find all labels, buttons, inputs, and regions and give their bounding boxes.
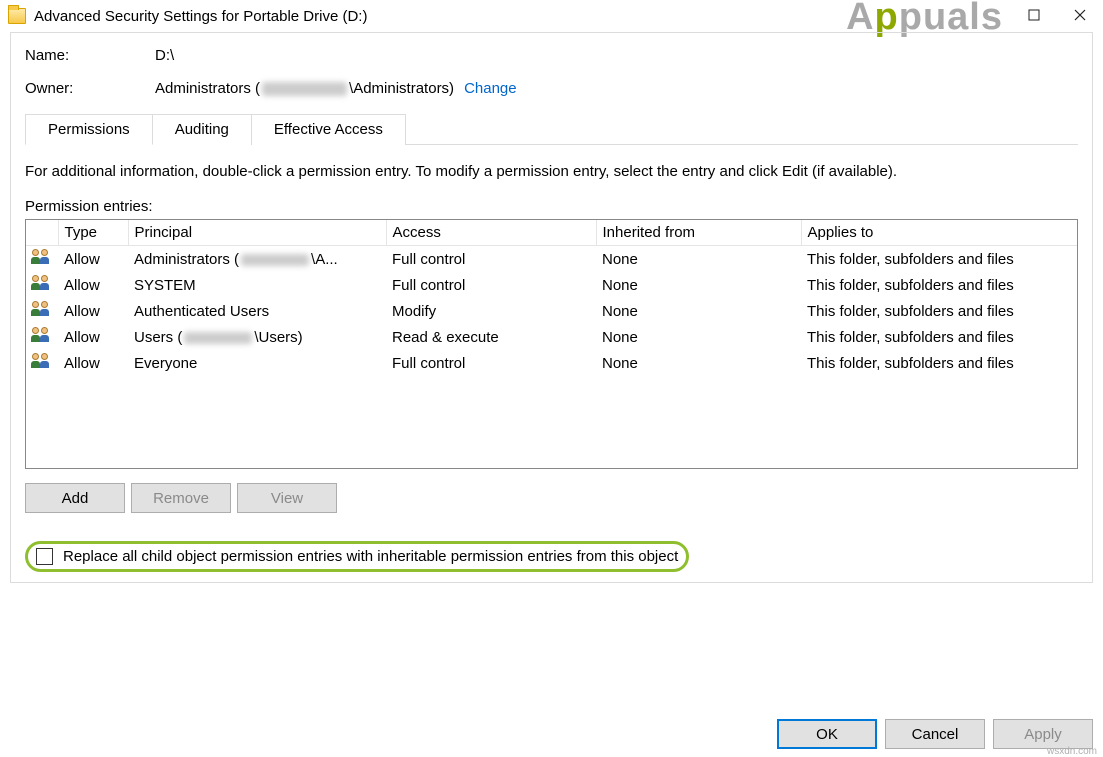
- view-button[interactable]: View: [237, 483, 337, 513]
- permission-table[interactable]: Type Principal Access Inherited from App…: [26, 220, 1077, 376]
- owner-label: Owner:: [25, 80, 155, 97]
- row-principal: Administrators (\A...: [128, 246, 386, 273]
- redacted-text: [262, 82, 347, 96]
- row-applies: This folder, subfolders and files: [801, 324, 1077, 350]
- replace-children-checkbox[interactable]: [36, 548, 53, 565]
- table-row[interactable]: AllowAuthenticated UsersModifyNoneThis f…: [26, 298, 1077, 324]
- close-button[interactable]: [1057, 0, 1103, 30]
- maximize-button[interactable]: [1011, 0, 1057, 30]
- row-principal: SYSTEM: [128, 272, 386, 298]
- owner-value: Administrators ( \Administrators): [155, 80, 454, 97]
- row-principal: Users (\Users): [128, 324, 386, 350]
- users-icon: [32, 327, 52, 343]
- table-row[interactable]: AllowSYSTEMFull controlNoneThis folder, …: [26, 272, 1077, 298]
- row-applies: This folder, subfolders and files: [801, 246, 1077, 273]
- users-icon: [32, 353, 52, 369]
- col-type-header[interactable]: Type: [58, 220, 128, 246]
- users-icon: [32, 275, 52, 291]
- table-row[interactable]: AllowAdministrators (\A...Full controlNo…: [26, 246, 1077, 273]
- folder-icon: [8, 8, 26, 24]
- table-row[interactable]: AllowEveryoneFull controlNoneThis folder…: [26, 350, 1077, 376]
- row-access: Read & execute: [386, 324, 596, 350]
- users-icon: [32, 301, 52, 317]
- row-inherited: None: [596, 350, 801, 376]
- ok-button[interactable]: OK: [777, 719, 877, 749]
- table-header-row: Type Principal Access Inherited from App…: [26, 220, 1077, 246]
- titlebar: Advanced Security Settings for Portable …: [0, 0, 1103, 32]
- row-applies: This folder, subfolders and files: [801, 350, 1077, 376]
- replace-children-label: Replace all child object permission entr…: [63, 548, 678, 565]
- row-principal: Authenticated Users: [128, 298, 386, 324]
- row-icon-cell: [26, 298, 58, 324]
- tab-auditing[interactable]: Auditing: [152, 114, 252, 145]
- redacted-text: [241, 254, 309, 266]
- tab-effective-access[interactable]: Effective Access: [251, 114, 406, 145]
- owner-prefix: Administrators (: [155, 80, 260, 97]
- cancel-button[interactable]: Cancel: [885, 719, 985, 749]
- row-applies: This folder, subfolders and files: [801, 298, 1077, 324]
- action-row: Add Remove View: [25, 483, 1078, 513]
- change-owner-link[interactable]: Change: [464, 80, 517, 97]
- name-label: Name:: [25, 47, 155, 64]
- name-value: D:\: [155, 47, 174, 64]
- remove-button[interactable]: Remove: [131, 483, 231, 513]
- col-access-header[interactable]: Access: [386, 220, 596, 246]
- table-row[interactable]: AllowUsers (\Users)Read & executeNoneThi…: [26, 324, 1077, 350]
- row-principal: Everyone: [128, 350, 386, 376]
- entries-label: Permission entries:: [25, 198, 1078, 215]
- row-access: Full control: [386, 272, 596, 298]
- tabstrip: Permissions Auditing Effective Access: [25, 113, 1078, 145]
- col-icon-header[interactable]: [26, 220, 58, 246]
- row-access: Modify: [386, 298, 596, 324]
- row-type: Allow: [58, 298, 128, 324]
- tab-permissions[interactable]: Permissions: [25, 114, 153, 145]
- col-principal-header[interactable]: Principal: [128, 220, 386, 246]
- owner-suffix: \Administrators): [349, 80, 454, 97]
- window-title: Advanced Security Settings for Portable …: [34, 8, 367, 25]
- row-icon-cell: [26, 350, 58, 376]
- users-icon: [32, 249, 52, 265]
- redacted-text: [184, 332, 252, 344]
- row-access: Full control: [386, 350, 596, 376]
- dialog-footer: OK Cancel Apply: [777, 719, 1093, 749]
- row-inherited: None: [596, 246, 801, 273]
- name-row: Name: D:\: [25, 47, 1078, 64]
- footnote: wsxdn.com: [1047, 746, 1097, 757]
- row-inherited: None: [596, 324, 801, 350]
- row-applies: This folder, subfolders and files: [801, 272, 1077, 298]
- replace-children-checkbox-row[interactable]: Replace all child object permission entr…: [25, 541, 689, 572]
- row-icon-cell: [26, 246, 58, 273]
- row-access: Full control: [386, 246, 596, 273]
- row-inherited: None: [596, 272, 801, 298]
- window-controls: [1011, 0, 1103, 32]
- col-inherited-header[interactable]: Inherited from: [596, 220, 801, 246]
- row-icon-cell: [26, 272, 58, 298]
- col-applies-header[interactable]: Applies to: [801, 220, 1077, 246]
- permission-entries-box: Type Principal Access Inherited from App…: [25, 219, 1078, 469]
- row-type: Allow: [58, 324, 128, 350]
- row-type: Allow: [58, 272, 128, 298]
- apply-button[interactable]: Apply: [993, 719, 1093, 749]
- owner-row: Owner: Administrators (\Administrators) …: [25, 80, 1078, 97]
- row-icon-cell: [26, 324, 58, 350]
- row-type: Allow: [58, 350, 128, 376]
- row-inherited: None: [596, 298, 801, 324]
- row-type: Allow: [58, 246, 128, 273]
- tab-instruction: For additional information, double-click…: [25, 163, 1078, 180]
- add-button[interactable]: Add: [25, 483, 125, 513]
- main-panel: Name: D:\ Owner: Administrators ( \Admini…: [10, 32, 1093, 583]
